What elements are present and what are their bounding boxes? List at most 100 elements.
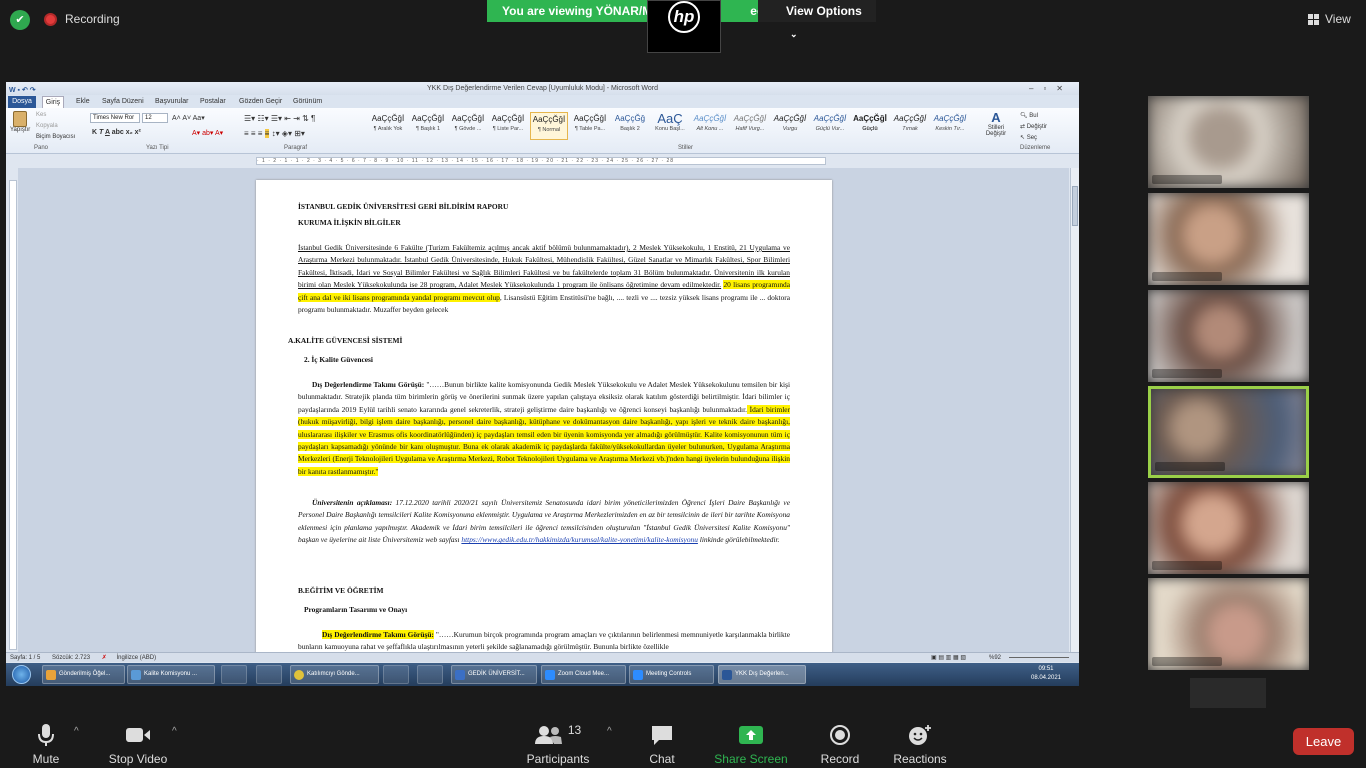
record-icon xyxy=(818,722,862,748)
style-name: ¶ Aralık Yok xyxy=(373,126,403,132)
taskbar-item-outlook[interactable]: Gönderilmiş Öğel... xyxy=(42,665,125,684)
vertical-scrollbar[interactable] xyxy=(1070,168,1079,652)
participant-tile[interactable] xyxy=(1148,96,1309,188)
style-emphasis[interactable]: AaÇçĞğİ Vurgu xyxy=(771,112,809,140)
grid-view-icon xyxy=(1308,13,1319,25)
taskbar-item-gedik[interactable]: GEDİK ÜNİVERSİT... xyxy=(451,665,537,684)
video-options-caret[interactable]: ^ xyxy=(172,726,177,737)
font-name-box[interactable]: Times New Ror xyxy=(90,113,140,123)
share-screen-button[interactable]: Share Screen xyxy=(712,722,790,766)
list-indent-buttons[interactable]: ☰▾ ☷▾ ☰▾ ⇤ ⇥ ⇅ ¶ xyxy=(244,114,315,123)
participant-tile[interactable] xyxy=(1148,578,1309,670)
horizontal-ruler[interactable]: · 1 · 2 · 1 · 1 · 2 · 3 · 4 · 5 · 6 · 7 … xyxy=(256,157,826,165)
style-name: Başlık 2 xyxy=(620,126,640,132)
view-options-button[interactable]: View Options ⌄ xyxy=(758,0,876,39)
doc-paragraph-3: Üniversitenin açıklaması: 17.12.2020 tar… xyxy=(298,497,790,547)
view-mode-buttons[interactable]: ▣ ▤ ▥ ▦ ▧ xyxy=(931,653,966,663)
document-page[interactable]: İSTANBUL GEDİK ÜNİVERSİTESİ GERİ BİLDİRİ… xyxy=(256,180,832,652)
view-button[interactable]: View xyxy=(1308,12,1351,26)
p3-link[interactable]: https://www.gedik.edu.tr/hakkimizda/kuru… xyxy=(461,535,698,544)
style-list-paragraph[interactable]: AaÇçĞğİ ¶ Liste Par... xyxy=(489,112,527,140)
tab-review[interactable]: Gözden Geçir xyxy=(239,96,282,108)
participants-options-caret[interactable]: ^ xyxy=(607,726,612,737)
status-words[interactable]: Sözcük: 2.723 xyxy=(52,655,90,661)
style-title[interactable]: AaÇ Konu Başl... xyxy=(651,112,689,140)
taskbar-label: Katılımcıyı Gönde... xyxy=(307,671,360,677)
style-subtle-emphasis[interactable]: AaÇçĞğİ Hafif Vurg... xyxy=(731,112,769,140)
select-button[interactable]: ↖ Seç xyxy=(1020,134,1037,141)
style-normal[interactable]: AaÇçĞğİ ¶ Normal xyxy=(530,112,568,140)
paste-button[interactable]: Yapıştır xyxy=(10,111,30,141)
style-subtitle[interactable]: AaÇçĞğİ Alt Konu ... xyxy=(691,112,729,140)
internet-explorer-icon[interactable] xyxy=(417,665,443,684)
participants-button[interactable]: 13 Participants xyxy=(524,722,592,766)
stop-video-button[interactable]: Stop Video xyxy=(104,722,172,766)
taskbar-item-chrome[interactable]: Katılımcıyı Gönde... xyxy=(290,665,379,684)
style-intense-quote[interactable]: AaÇçĞğİ Keskin Tır... xyxy=(931,112,969,140)
tab-file[interactable]: Dosya xyxy=(8,96,36,108)
style-heading-1[interactable]: AaÇçĞğİ ¶ Başlık 1 xyxy=(409,112,447,140)
taskbar-label: YKK Dış Değerlen... xyxy=(735,671,789,677)
security-shield-icon[interactable]: ✔ xyxy=(10,10,30,30)
font-grow-shrink-buttons[interactable]: A˄ A˅ Aa▾ xyxy=(172,114,205,122)
style-strong[interactable]: AaÇçĞğİ Güçlü xyxy=(851,112,889,140)
alignment-buttons[interactable]: ≡ ≡ ≡ ≡ ↕▾ ◈▾ ⊞▾ xyxy=(244,129,305,138)
zoom-slider[interactable] xyxy=(1009,657,1069,658)
format-painter-button[interactable]: Biçim Boyacısı xyxy=(36,134,75,140)
record-button[interactable]: Record xyxy=(818,722,862,766)
presenter-thumbnail[interactable]: hp xyxy=(647,0,721,53)
style-preview: AaÇçĞğİ xyxy=(773,114,807,123)
tab-page-layout[interactable]: Sayfa Düzeni xyxy=(102,96,144,108)
style-body[interactable]: AaÇçĞğİ ¶ Gövde ... xyxy=(449,112,487,140)
participant-tile[interactable] xyxy=(1148,290,1309,382)
style-quote[interactable]: AaÇçĞğİ Tırnak xyxy=(891,112,929,140)
chat-button[interactable]: Chat xyxy=(640,722,684,766)
tab-mailings[interactable]: Postalar xyxy=(200,96,226,108)
document-area[interactable]: İSTANBUL GEDİK ÜNİVERSİTESİ GERİ BİLDİRİ… xyxy=(18,168,1069,652)
taskbar-item-word[interactable]: YKK Dış Değerlen... xyxy=(718,665,806,684)
style-intense-emphasis[interactable]: AaÇçĞğİ Güçlü Vur... xyxy=(811,112,849,140)
replace-button[interactable]: ⇄ Değiştir xyxy=(1020,123,1047,130)
shared-screen-word-window[interactable]: YKK Dış Değerlendirme Verilen Cevap [Uyu… xyxy=(6,82,1079,686)
explorer-icon[interactable] xyxy=(383,665,409,684)
recording-indicator[interactable]: Recording xyxy=(44,12,120,26)
firefox-icon[interactable] xyxy=(256,665,282,684)
reactions-icon xyxy=(892,722,948,748)
leave-button[interactable]: Leave xyxy=(1293,728,1354,755)
status-language[interactable]: İngilizce (ABD) xyxy=(116,655,156,661)
proofing-icon[interactable]: ✗ xyxy=(102,655,107,661)
status-page[interactable]: Sayfa: 1 / 5 xyxy=(10,655,40,661)
taskbar-item-meeting-controls[interactable]: Meeting Controls xyxy=(629,665,714,684)
style-table-paragraph[interactable]: AaÇçĞğİ ¶ Table Pa... xyxy=(571,112,609,140)
font-color-buttons[interactable]: A▾ ab▾ A▾ xyxy=(192,129,223,137)
tab-home[interactable]: Giriş xyxy=(42,96,64,108)
audio-options-caret[interactable]: ^ xyxy=(74,726,79,737)
window-controls[interactable]: –▫✕ xyxy=(1029,82,1073,95)
status-zoom[interactable]: %92 xyxy=(989,653,1001,663)
scroll-thumb[interactable] xyxy=(1072,186,1078,226)
find-button[interactable]: 🔍︎ Bul xyxy=(1020,112,1038,119)
participant-tile[interactable] xyxy=(1148,193,1309,285)
vertical-ruler[interactable] xyxy=(9,180,17,650)
style-no-spacing[interactable]: AaÇçĞğİ ¶ Aralık Yok xyxy=(369,112,407,140)
taskbar-item-zoom-cloud[interactable]: Zoom Cloud Mee... xyxy=(541,665,626,684)
participant-tile-active-speaker[interactable] xyxy=(1148,386,1309,478)
tab-insert[interactable]: Ekle xyxy=(76,96,90,108)
copy-button[interactable]: Kopyala xyxy=(36,123,58,129)
tab-view[interactable]: Görünüm xyxy=(293,96,322,108)
font-format-buttons[interactable]: K T A abc x₂ x² xyxy=(92,129,141,136)
style-heading-2[interactable]: AaÇçĞğ Başlık 2 xyxy=(611,112,649,140)
windows-start-icon[interactable] xyxy=(12,665,31,684)
taskbar-clock[interactable]: 09:51 08.04.2021 xyxy=(1026,665,1066,683)
doc-paragraph-1: İstanbul Gedik Üniversitesinde 6 Fakülte… xyxy=(298,242,790,316)
font-size-box[interactable]: 12 xyxy=(142,113,168,123)
view-options-label: View Options xyxy=(786,4,862,18)
mute-button[interactable]: Mute xyxy=(24,722,68,766)
tab-references[interactable]: Başvurular xyxy=(155,96,188,108)
reactions-button[interactable]: Reactions xyxy=(892,722,948,766)
cut-button[interactable]: Kes xyxy=(36,112,46,118)
participant-tile[interactable] xyxy=(1148,482,1309,574)
media-player-icon[interactable] xyxy=(221,665,247,684)
taskbar-item-kalite[interactable]: Kalite Komisyonu ... xyxy=(127,665,215,684)
change-styles-button[interactable]: A Stilleri Değiştir xyxy=(982,111,1010,138)
